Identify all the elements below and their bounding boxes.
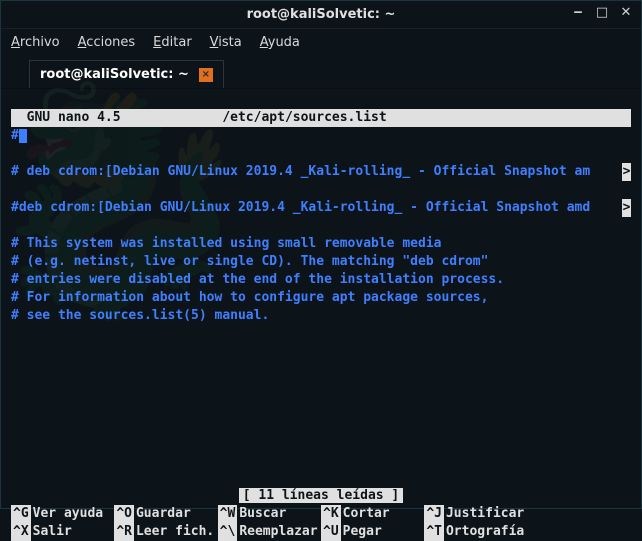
editor-line: # entries were disabled at the end of th… xyxy=(11,271,631,289)
editor-line: # see the sources.list(5) manual. xyxy=(11,307,631,325)
nano-header-bar: GNU nano 4.5 /etc/apt/sources.list xyxy=(11,109,631,127)
editor-line xyxy=(11,217,631,235)
tabbar: root@kaliSolvetic: ~ × xyxy=(1,56,641,89)
shortcut-justify: ^J Justificar xyxy=(424,505,527,523)
shortcut-search: ^W Buscar xyxy=(218,505,321,523)
menu-vista[interactable]: Vista xyxy=(210,35,242,50)
menu-acciones[interactable]: Acciones xyxy=(78,35,136,50)
editor-line: # For information about how to configure… xyxy=(11,289,631,307)
terminal-tab[interactable]: root@kaliSolvetic: ~ × xyxy=(29,60,224,88)
shortcut-paste: ^U Pegar xyxy=(321,523,424,541)
shortcut-replace: ^\ Reemplazar xyxy=(218,523,321,541)
shortcut-help: ^G Ver ayuda xyxy=(11,505,114,523)
titlebar: root@kaliSolvetic: ~ ‒ □ ✕ xyxy=(1,1,641,29)
menu-editar[interactable]: Editar xyxy=(153,35,192,50)
window-controls: ‒ □ ✕ xyxy=(571,5,633,19)
editor-line xyxy=(11,145,631,163)
terminal-viewport[interactable]: 🐉 GNU nano 4.5 /etc/apt/sources.list # #… xyxy=(1,89,641,506)
menu-archivo[interactable]: Archivo xyxy=(11,35,60,50)
editor-line: # (e.g. netinst, live or single CD). The… xyxy=(11,253,631,271)
shortcut-save: ^O Guardar xyxy=(114,505,217,523)
overflow-indicator: > xyxy=(622,163,631,181)
shortcut-exit: ^X Salir xyxy=(11,523,114,541)
tab-close-icon[interactable]: × xyxy=(199,68,213,82)
window-title: root@kaliSolvetic: ~ xyxy=(247,7,396,22)
overflow-indicator: > xyxy=(622,199,631,217)
editor-line-cursor: # xyxy=(11,127,631,145)
editor-line: # deb cdrom:[Debian GNU/Linux 2019.4 _Ka… xyxy=(11,163,631,181)
editor-empty-area xyxy=(11,325,631,487)
menu-ayuda[interactable]: Ayuda xyxy=(260,35,300,50)
nano-shortcut-bar: ^G Ver ayuda ^O Guardar ^W Buscar ^K Cor… xyxy=(11,505,631,541)
shortcut-spell: ^T Ortografía xyxy=(424,523,527,541)
editor-line xyxy=(11,181,631,199)
nano-status-line: [ 11 líneas leídas ] xyxy=(11,487,631,505)
menubar: Archivo Acciones Editar Vista Ayuda xyxy=(1,29,641,56)
minimize-button[interactable]: ‒ xyxy=(571,5,585,19)
tab-label: root@kaliSolvetic: ~ xyxy=(40,67,189,82)
status-message: [ 11 líneas leídas ] xyxy=(239,488,404,503)
maximize-button[interactable]: □ xyxy=(595,5,609,19)
nano-file-path: /etc/apt/sources.list xyxy=(222,110,386,125)
nano-app-name: GNU nano 4.5 xyxy=(11,110,121,125)
editor-line: # This system was installed using small … xyxy=(11,235,631,253)
close-button[interactable]: ✕ xyxy=(619,5,633,19)
shortcut-read: ^R Leer fich. xyxy=(114,523,217,541)
shortcut-cut: ^K Cortar xyxy=(321,505,424,523)
text-cursor xyxy=(19,129,27,143)
editor-line: #deb cdrom:[Debian GNU/Linux 2019.4 _Kal… xyxy=(11,199,631,217)
